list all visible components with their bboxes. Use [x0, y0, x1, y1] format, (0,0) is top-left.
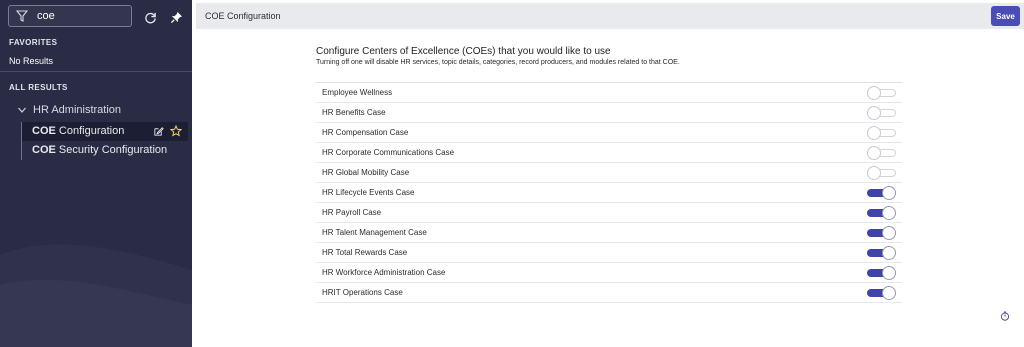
coe-row: HR Total Rewards Case [316, 243, 902, 263]
timer-icon[interactable] [1000, 311, 1010, 321]
nav-item-highlight: COE [32, 125, 56, 137]
coe-toggle[interactable] [867, 285, 896, 300]
toggle-knob [867, 125, 881, 140]
coe-label: HR Compensation Case [322, 128, 409, 137]
filter-box [8, 5, 132, 27]
coe-row: HR Global Mobility Case [316, 163, 902, 183]
nav-list: COE Configuration COE Security Configura… [21, 122, 192, 160]
main-panel: COE Configuration Save Configure Centers… [192, 0, 1024, 347]
all-results-label: ALL RESULTS [9, 83, 68, 92]
page-title: COE Configuration [205, 11, 281, 21]
coe-row: HR Payroll Case [316, 203, 902, 223]
toggle-knob [867, 145, 881, 160]
coe-label: HR Global Mobility Case [322, 168, 410, 177]
coe-toggle[interactable] [867, 165, 896, 180]
pin-icon[interactable] [168, 9, 184, 25]
save-button[interactable]: Save [991, 6, 1020, 26]
coe-list: Employee Wellness HR Benefits Case HR Comp… [316, 82, 902, 303]
coe-label: HR Lifecycle Events Case [322, 188, 415, 197]
toggle-knob [882, 205, 896, 220]
form-subheading: Turning off one will disable HR services… [316, 59, 680, 66]
header-bar: COE Configuration Save [196, 3, 1024, 29]
coe-label: HR Talent Management Case [322, 228, 427, 237]
coe-toggle[interactable] [867, 185, 896, 200]
nav-item-coe-security-configuration[interactable]: COE Security Configuration [22, 141, 188, 160]
coe-label: HR Payroll Case [322, 208, 382, 217]
toggle-knob [882, 265, 896, 280]
coe-label: HRIT Operations Case [322, 288, 403, 297]
toggle-knob [882, 245, 896, 260]
coe-toggle[interactable] [867, 225, 896, 240]
nav-item-label: Configuration [55, 125, 125, 137]
group-hr-administration[interactable]: HR Administration [0, 101, 192, 119]
coe-label: HR Benefits Case [322, 108, 386, 117]
coe-row: Employee Wellness [316, 83, 902, 103]
toggle-knob [867, 85, 881, 100]
coe-toggle[interactable] [867, 85, 896, 100]
coe-toggle[interactable] [867, 205, 896, 220]
coe-toggle[interactable] [867, 125, 896, 140]
coe-label: HR Corporate Communications Case [322, 148, 455, 157]
filter-input[interactable] [37, 10, 117, 22]
coe-toggle[interactable] [867, 245, 896, 260]
coe-toggle[interactable] [867, 105, 896, 120]
coe-row: HR Benefits Case [316, 103, 902, 123]
coe-toggle[interactable] [867, 145, 896, 160]
coe-row: HR Lifecycle Events Case [316, 183, 902, 203]
sidebar: FAVORITES No Results ALL RESULTS HR Admi… [0, 0, 192, 347]
sidebar-divider [0, 71, 192, 72]
toggle-knob [867, 105, 881, 120]
form-heading: Configure Centers of Excellence (COEs) t… [316, 46, 611, 57]
coe-row: HR Talent Management Case [316, 223, 902, 243]
nav-item-label: Security Configuration [55, 144, 168, 156]
nav-item-highlight: COE [32, 144, 56, 156]
coe-label: HR Workforce Administration Case [322, 268, 446, 277]
no-results-text: No Results [9, 56, 54, 66]
coe-label: Employee Wellness [322, 88, 393, 97]
toggle-knob [867, 165, 881, 180]
star-icon[interactable] [170, 125, 182, 137]
filter-icon [15, 10, 29, 22]
favorites-label: FAVORITES [9, 38, 58, 47]
coe-toggle[interactable] [867, 265, 896, 280]
group-label: HR Administration [33, 104, 122, 116]
toggle-knob [882, 285, 896, 300]
chevron-down-icon [18, 107, 26, 113]
coe-row: HR Workforce Administration Case [316, 263, 902, 283]
toggle-knob [882, 185, 896, 200]
coe-label: HR Total Rewards Case [322, 248, 408, 257]
coe-row: HR Compensation Case [316, 123, 902, 143]
toggle-knob [882, 225, 896, 240]
coe-row: HR Corporate Communications Case [316, 143, 902, 163]
coe-configuration-form: Configure Centers of Excellence (COEs) t… [316, 46, 902, 303]
coe-row: HRIT Operations Case [316, 283, 902, 303]
nav-item-coe-configuration[interactable]: COE Configuration [22, 122, 188, 141]
refresh-icon[interactable] [142, 9, 158, 25]
edit-icon[interactable] [152, 125, 164, 137]
